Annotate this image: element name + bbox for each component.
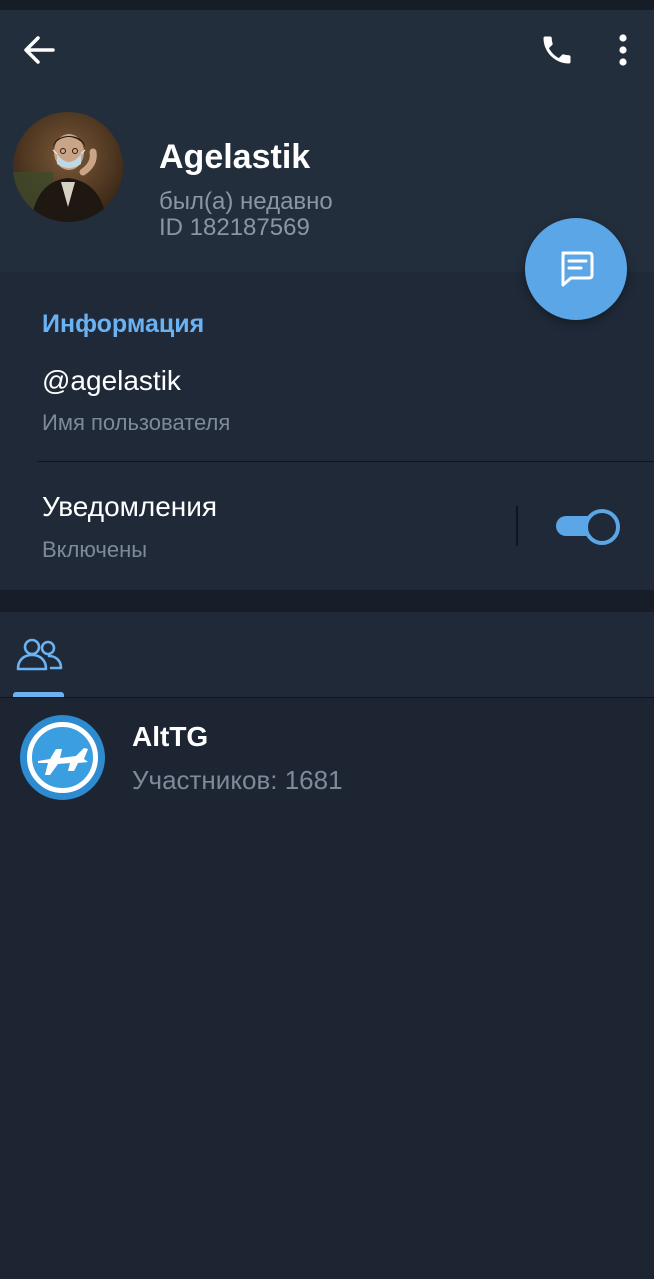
group-name: AltTG	[132, 721, 209, 752]
airplane-logo-icon	[20, 715, 105, 800]
profile-photo	[13, 112, 123, 222]
username-value[interactable]: @agelastik	[42, 365, 181, 397]
notifications-toggle[interactable]	[556, 508, 620, 545]
user-id: ID 182187569	[159, 214, 310, 241]
profile-avatar[interactable]	[13, 112, 123, 222]
toggle-knob	[584, 509, 620, 545]
arrow-back-icon	[24, 36, 55, 64]
tabs-divider	[0, 697, 654, 698]
send-message-button[interactable]	[525, 218, 627, 320]
tab-groups[interactable]	[13, 630, 64, 698]
group-members-count: Участников: 1681	[132, 765, 343, 795]
more-options-button[interactable]	[595, 22, 651, 78]
notifications-label[interactable]: Уведомления	[42, 491, 217, 523]
back-button[interactable]	[11, 22, 67, 78]
more-vertical-icon	[619, 34, 627, 66]
username-caption: Имя пользователя	[42, 410, 231, 435]
info-divider	[37, 461, 654, 462]
group-avatar	[20, 715, 105, 800]
info-section-title: Информация	[42, 310, 205, 338]
groups-icon	[16, 638, 63, 671]
notifications-separator	[516, 506, 518, 546]
profile-name: Agelastik	[159, 138, 311, 176]
phone-icon	[543, 36, 571, 64]
notifications-status: Включены	[42, 537, 148, 562]
media-tabs	[0, 612, 654, 698]
status-bar	[0, 0, 654, 10]
message-icon	[561, 251, 594, 287]
section-gap	[0, 590, 654, 612]
last-seen-status: был(а) недавно	[159, 188, 333, 215]
group-list-item[interactable]: AltTG Участников: 1681	[0, 699, 654, 809]
call-button[interactable]	[529, 22, 585, 78]
